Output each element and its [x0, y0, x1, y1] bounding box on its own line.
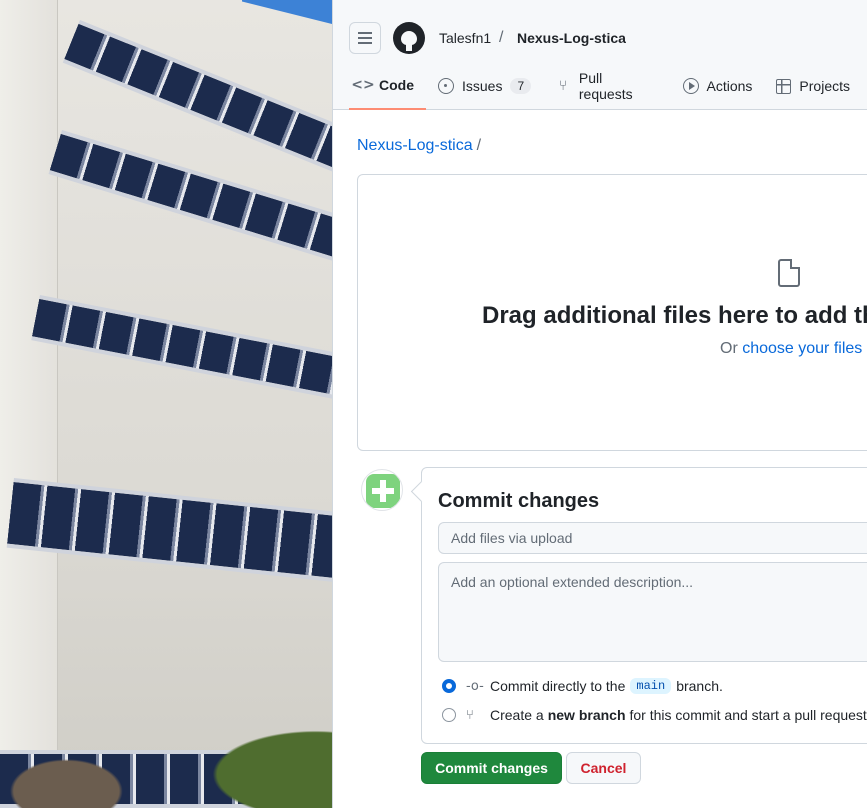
code-icon: <>	[351, 77, 375, 93]
tab-label: Code	[379, 77, 414, 93]
option2-prefix: Create a	[490, 707, 544, 723]
sky-patch	[242, 0, 332, 25]
tab-label: Pull requests	[578, 70, 633, 102]
git-commit-icon: -o-	[466, 678, 484, 694]
tab-projects[interactable]: Projects	[770, 70, 862, 102]
commit-direct-option[interactable]: -o- Commit directly to the main branch.	[442, 678, 723, 694]
issues-counter: 7	[510, 78, 532, 94]
hamburger-icon	[358, 37, 372, 39]
pull-request-icon: ⑂	[558, 78, 568, 94]
tab-pull-requests[interactable]: ⑂ Pull requests	[549, 70, 670, 102]
cancel-button[interactable]: Cancel	[566, 752, 641, 784]
commit-description-input[interactable]	[438, 562, 867, 662]
repo-owner-link[interactable]: Talesfn1	[439, 30, 491, 46]
table-icon	[776, 78, 792, 94]
file-icon	[778, 259, 800, 287]
play-icon	[682, 78, 699, 94]
background-photo	[0, 0, 332, 808]
repo-nav-tabs: <> Code Issues 7 ⑂ Pull requests Actions…	[349, 70, 867, 110]
breadcrumb-separator: /	[499, 29, 504, 46]
tab-actions[interactable]: Actions	[677, 70, 765, 102]
avatar	[361, 469, 403, 511]
commit-title: Commit changes	[438, 490, 600, 512]
commit-summary-input[interactable]	[438, 522, 867, 554]
branch-name: main	[630, 678, 672, 694]
commit-changes-button[interactable]: Commit changes	[421, 752, 562, 784]
tab-label: Issues	[462, 78, 503, 94]
commit-changes-box: Commit changes -o- Commit directly to th…	[421, 467, 867, 744]
option1-prefix: Commit directly to the	[490, 678, 626, 694]
dropzone-subtitle: Or choose your files	[720, 340, 862, 358]
tab-code[interactable]: <> Code	[349, 70, 426, 110]
repo-name-link[interactable]: Nexus-Log-stica	[517, 30, 626, 46]
new-branch-option[interactable]: ⑂ Create a new branch for this commit an…	[442, 707, 867, 723]
dropzone-or-text: Or	[720, 340, 743, 357]
option2-suffix: for this commit and start a pull request…	[629, 707, 867, 723]
breadcrumb-repo-link[interactable]: Nexus-Log-stica	[357, 137, 473, 154]
tab-label: Projects	[799, 78, 850, 94]
breadcrumb: Nexus-Log-stica /	[357, 137, 481, 155]
dropzone-title: Drag additional files here to add the	[482, 302, 867, 329]
tab-label: Actions	[706, 78, 753, 94]
github-logo-icon[interactable]	[393, 22, 425, 54]
choose-files-link[interactable]: choose your files	[742, 340, 862, 357]
trees	[0, 640, 332, 808]
hamburger-menu-button[interactable]	[349, 22, 381, 54]
radio-commit-direct[interactable]	[442, 679, 456, 693]
window-row	[31, 295, 332, 402]
pull-request-icon: ⑂	[466, 707, 474, 723]
breadcrumb-slash: /	[476, 137, 482, 154]
issue-icon	[438, 78, 454, 94]
radio-new-branch[interactable]	[442, 708, 456, 722]
option2-bold: new branch	[547, 707, 626, 723]
option1-suffix: branch.	[676, 678, 723, 694]
github-upload-page: Talesfn1 / Nexus-Log-stica <> Code Issue…	[332, 0, 867, 808]
tab-issues[interactable]: Issues 7	[432, 70, 543, 102]
file-dropzone[interactable]: Drag additional files here to add the Or…	[357, 174, 867, 451]
repo-header: Talesfn1 / Nexus-Log-stica <> Code Issue…	[333, 0, 867, 110]
